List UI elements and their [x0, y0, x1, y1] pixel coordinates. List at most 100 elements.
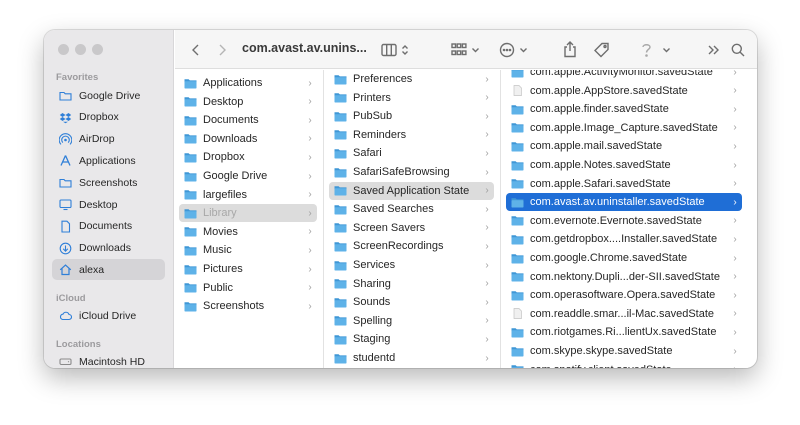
close-window-button[interactable]	[58, 44, 69, 55]
sidebar-item-dropbox[interactable]: Dropbox	[52, 107, 165, 128]
item-label: Library	[203, 207, 237, 220]
folder-row[interactable]: PubSub ›	[329, 107, 494, 125]
folder-row[interactable]: com.operasoftware.Opera.savedState ›	[506, 286, 742, 304]
folder-row[interactable]: Movies ›	[179, 223, 317, 241]
folder-row[interactable]: Screen Savers ›	[329, 219, 494, 237]
folder-icon	[184, 246, 197, 256]
item-label: com.apple.Image_Capture.savedState	[530, 121, 718, 134]
folder-row[interactable]: com.apple.Notes.savedState ›	[506, 156, 742, 174]
folder-row[interactable]: com.spotify.client.savedState›	[506, 361, 742, 368]
sidebar-item-icloud-drive[interactable]: iCloud Drive	[52, 305, 165, 326]
column-home: Applications › Desktop › Documents › Downloads…	[175, 70, 324, 368]
folder-icon	[334, 167, 347, 177]
share-button[interactable]	[563, 30, 577, 69]
folder-row[interactable]: Spelling ›	[329, 312, 494, 330]
sidebar-item-desktop[interactable]: Desktop	[52, 194, 165, 215]
folder-row[interactable]: com.apple.finder.savedState ›	[506, 100, 742, 118]
folder-row[interactable]: Sounds ›	[329, 293, 494, 311]
sidebar-item-label: Google Drive	[79, 89, 141, 102]
folder-row[interactable]: com.apple.mail.savedState ›	[506, 137, 742, 155]
sidebar-item-alexa[interactable]: alexa	[52, 259, 165, 281]
item-label: Movies	[203, 225, 238, 238]
sidebar-item-documents[interactable]: Documents	[52, 216, 165, 237]
folder-row[interactable]: Applications ›	[179, 74, 317, 92]
grid-icon	[451, 42, 467, 55]
folder-row[interactable]: Pictures ›	[179, 260, 317, 278]
file-row[interactable]: com.readdle.smar...il-Mac.savedState ›	[506, 305, 742, 323]
file-row[interactable]: com.apple.AppStore.savedState ›	[506, 82, 742, 100]
sidebar-item-screenshots[interactable]: Screenshots	[52, 172, 165, 193]
sidebar-item-applications[interactable]: Applications	[52, 150, 165, 171]
folder-row[interactable]: com.skype.skype.savedState ›	[506, 342, 742, 360]
folder-row[interactable]: Music ›	[179, 241, 317, 259]
chevron-right-icon: ›	[308, 133, 312, 145]
folder-icon	[184, 264, 197, 274]
folder-row[interactable]: SafariSafeBrowsing ›	[329, 163, 494, 181]
more-toolbar-button[interactable]	[707, 30, 720, 69]
folder-row[interactable]: Library ›	[179, 204, 317, 223]
folder-icon	[511, 197, 524, 208]
group-button[interactable]	[451, 30, 480, 69]
folder-row[interactable]: com.nektony.Dupli...der-SII.savedState ›	[506, 268, 742, 286]
folder-row[interactable]: Desktop ›	[179, 93, 317, 111]
folder-icon	[511, 142, 524, 152]
back-button[interactable]	[191, 30, 201, 69]
folder-row[interactable]: com.riotgames.Ri...lientUx.savedState ›	[506, 323, 742, 341]
chevron-right-icon: ›	[733, 308, 737, 320]
dropbox-icon	[59, 111, 72, 124]
folder-row[interactable]: Preferences ›	[329, 70, 494, 88]
folder-row[interactable]: com.apple.Safari.savedState ›	[506, 175, 742, 193]
search-icon	[731, 43, 745, 56]
folder-row[interactable]: Documents ›	[179, 111, 317, 129]
quick-look-button[interactable]	[641, 30, 671, 69]
folder-row[interactable]: Reminders ›	[329, 126, 494, 144]
sidebar-item-macintosh-hd[interactable]: Macintosh HD	[52, 351, 165, 368]
folder-icon	[184, 97, 197, 107]
folder-row[interactable]: Downloads ›	[179, 130, 317, 148]
folder-row[interactable]: com.getdropbox....Installer.savedState ›	[506, 230, 742, 248]
folder-row[interactable]: Dropbox ›	[179, 148, 317, 166]
folder-row[interactable]: com.apple.ActivityMonitor.savedState ›	[506, 70, 742, 81]
folder-row[interactable]: studentd ›	[329, 349, 494, 367]
sidebar-item-downloads[interactable]: Downloads	[52, 238, 165, 259]
search-button[interactable]	[731, 30, 745, 69]
folder-row[interactable]: Public ›	[179, 279, 317, 297]
folder-row[interactable]: Printers ›	[329, 89, 494, 107]
toolbar: com.avast.av.unins...	[175, 30, 757, 69]
folder-row[interactable]: Google Drive ›	[179, 167, 317, 185]
folder-icon	[334, 297, 347, 308]
folder-icon	[334, 204, 347, 215]
double-chevron-icon	[708, 45, 719, 54]
sidebar-item-airdrop[interactable]: AirDrop	[52, 129, 165, 150]
chevron-down-icon	[663, 47, 670, 52]
folder-row[interactable]: largefiles ›	[179, 186, 317, 204]
folder-row[interactable]: Saved Searches ›	[329, 200, 494, 218]
folder-icon	[59, 89, 72, 102]
folder-row[interactable]: com.apple.Image_Capture.savedState ›	[506, 119, 742, 137]
zoom-window-button[interactable]	[92, 44, 103, 55]
folder-row[interactable]: Services ›	[329, 256, 494, 274]
folder-icon	[334, 111, 347, 122]
action-button[interactable]	[499, 30, 528, 69]
folder-row[interactable]: Safari ›	[329, 144, 494, 162]
item-label: Sounds	[353, 296, 391, 309]
folder-row[interactable]: Saved Application State ›	[329, 181, 494, 200]
sidebar-item-google-drive[interactable]: Google Drive	[52, 85, 165, 106]
forward-button[interactable]	[217, 30, 227, 69]
view-mode-button[interactable]	[381, 30, 409, 69]
folder-icon	[184, 115, 197, 126]
folder-row[interactable]: Sharing ›	[329, 275, 494, 293]
chevron-right-icon: ›	[308, 207, 312, 219]
folder-row[interactable]: com.evernote.Evernote.savedState ›	[506, 212, 742, 230]
folder-row[interactable]: ScreenRecordings ›	[329, 237, 494, 255]
item-label: Screen Savers	[353, 221, 426, 234]
tag-button[interactable]	[593, 30, 610, 69]
folder-row[interactable]: Screenshots ›	[179, 297, 317, 315]
chevron-right-icon: ›	[733, 215, 737, 227]
folder-row[interactable]: com.avast.av.uninstaller.savedState ›	[506, 193, 742, 212]
minimize-window-button[interactable]	[75, 44, 86, 55]
folder-icon	[511, 253, 524, 263]
item-label: Documents	[203, 114, 259, 127]
folder-row[interactable]: Staging ›	[329, 330, 494, 348]
folder-row[interactable]: com.google.Chrome.savedState ›	[506, 249, 742, 267]
